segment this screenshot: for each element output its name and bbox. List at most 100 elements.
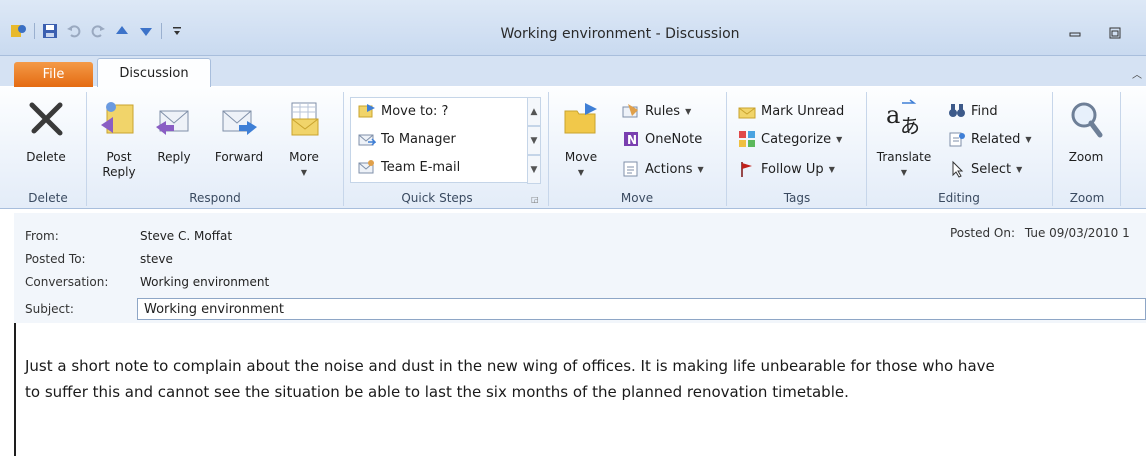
chevron-down-icon: ▼ bbox=[900, 168, 908, 177]
binoculars-icon bbox=[948, 102, 966, 120]
mark-unread-button[interactable]: Mark Unread bbox=[738, 100, 844, 122]
chevron-down-icon: ▼ bbox=[685, 106, 692, 116]
forward-label: Forward bbox=[214, 150, 264, 164]
flag-icon bbox=[738, 160, 756, 178]
redo-icon[interactable] bbox=[89, 22, 107, 40]
categorize-label: Categorize bbox=[761, 131, 832, 147]
team-email-icon bbox=[358, 158, 376, 176]
quick-step-to-manager[interactable]: To Manager bbox=[358, 128, 456, 150]
rules-icon bbox=[622, 102, 640, 120]
actions-label: Actions bbox=[645, 161, 693, 177]
subject-field[interactable]: Working environment bbox=[137, 298, 1146, 320]
outlook-window: Working environment - Discussion File Di… bbox=[0, 0, 1146, 456]
body-line: Just a short note to complain about the … bbox=[25, 357, 995, 375]
move-button[interactable]: Move ▼ bbox=[558, 94, 604, 180]
reply-button[interactable]: Reply bbox=[151, 94, 197, 165]
delete-button[interactable]: Delete bbox=[18, 94, 74, 165]
mark-unread-label: Mark Unread bbox=[761, 103, 845, 119]
related-label: Related bbox=[971, 131, 1021, 147]
group-label-respond: Respond bbox=[189, 191, 241, 205]
outlook-logo-icon[interactable] bbox=[10, 22, 28, 40]
categorize-icon bbox=[738, 130, 756, 148]
group-divider bbox=[726, 92, 727, 206]
onenote-label: OneNote bbox=[645, 131, 703, 147]
delete-icon bbox=[18, 94, 74, 144]
zoom-label: Zoom bbox=[1068, 150, 1104, 164]
mark-unread-icon bbox=[738, 102, 756, 120]
follow-up-label: Follow Up bbox=[761, 161, 824, 177]
zoom-button[interactable]: Zoom bbox=[1060, 94, 1112, 165]
dialog-launcher-icon[interactable]: ◲ bbox=[531, 195, 539, 204]
delete-label: Delete bbox=[26, 150, 66, 164]
related-button[interactable]: Related ▼ bbox=[948, 128, 1032, 150]
quick-step-move-to[interactable]: Move to: ? bbox=[358, 100, 448, 122]
follow-up-button[interactable]: Follow Up ▼ bbox=[738, 158, 835, 180]
posted-to-label: Posted To: bbox=[25, 252, 86, 266]
group-divider bbox=[1052, 92, 1053, 206]
window-title: Working environment - Discussion bbox=[500, 26, 740, 42]
quick-steps-scroll-down[interactable]: ▼ bbox=[527, 126, 541, 155]
save-icon[interactable] bbox=[41, 22, 59, 40]
more-respond-icon bbox=[281, 94, 327, 144]
title-bar: Working environment - Discussion bbox=[0, 0, 1146, 56]
group-label-delete: Delete bbox=[28, 191, 68, 205]
group-label-tags: Tags bbox=[783, 191, 811, 205]
select-button[interactable]: Select ▼ bbox=[948, 158, 1022, 180]
reply-label: Reply bbox=[157, 150, 191, 164]
chevron-down-icon: ▼ bbox=[300, 168, 308, 177]
next-item-icon[interactable] bbox=[137, 22, 155, 40]
posted-on-label: Posted On: bbox=[950, 226, 1016, 240]
rules-button[interactable]: Rules ▼ bbox=[622, 100, 691, 122]
customize-qat-icon[interactable] bbox=[168, 22, 186, 40]
actions-icon bbox=[622, 160, 640, 178]
chevron-down-icon: ▼ bbox=[697, 164, 704, 174]
restore-button[interactable] bbox=[1104, 24, 1126, 42]
svg-text:a: a bbox=[886, 101, 900, 129]
move-label: Move bbox=[564, 150, 598, 164]
group-label-quick-steps: Quick Steps bbox=[401, 191, 473, 205]
onenote-icon: N bbox=[622, 130, 640, 148]
find-label: Find bbox=[971, 103, 998, 119]
post-reply-button[interactable]: Post Reply bbox=[96, 94, 142, 180]
post-reply-label-2: Reply bbox=[102, 165, 136, 179]
previous-item-icon[interactable] bbox=[113, 22, 131, 40]
undo-icon[interactable] bbox=[65, 22, 83, 40]
group-label-move: Move bbox=[620, 191, 654, 205]
collapse-ribbon-icon[interactable]: ︿ bbox=[1132, 66, 1142, 81]
from-value[interactable]: Steve C. Moffat bbox=[140, 229, 232, 243]
quick-access-toolbar bbox=[10, 22, 186, 40]
tab-discussion[interactable]: Discussion bbox=[97, 58, 211, 88]
quick-step-label: To Manager bbox=[381, 131, 456, 147]
message-body[interactable]: Just a short note to complain about the … bbox=[25, 353, 1140, 405]
post-reply-label-1: Post bbox=[106, 150, 132, 164]
forward-icon bbox=[210, 94, 268, 144]
more-respond-button[interactable]: More ▼ bbox=[281, 94, 327, 180]
to-manager-icon bbox=[358, 130, 376, 148]
minimize-button[interactable] bbox=[1064, 24, 1086, 42]
quick-step-label: Move to: ? bbox=[381, 103, 449, 119]
chevron-down-icon: ▼ bbox=[828, 164, 835, 174]
onenote-button[interactable]: N OneNote bbox=[622, 128, 702, 150]
related-icon bbox=[948, 130, 966, 148]
body-line: to suffer this and cannot see the situat… bbox=[25, 383, 849, 401]
translate-icon: aあ bbox=[872, 94, 936, 144]
categorize-button[interactable]: Categorize ▼ bbox=[738, 128, 842, 150]
rules-label: Rules bbox=[645, 103, 681, 119]
actions-button[interactable]: Actions ▼ bbox=[622, 158, 704, 180]
conversation-label: Conversation: bbox=[25, 275, 109, 289]
quick-steps-scroll-up[interactable]: ▲ bbox=[527, 97, 541, 126]
quick-steps-expand[interactable]: ▼ bbox=[527, 155, 541, 184]
chevron-down-icon: ▼ bbox=[1016, 164, 1023, 174]
tab-file[interactable]: File bbox=[14, 62, 93, 87]
forward-button[interactable]: Forward bbox=[210, 94, 268, 165]
quick-step-team-email[interactable]: Team E-mail bbox=[358, 156, 460, 178]
post-reply-icon bbox=[96, 94, 142, 144]
find-button[interactable]: Find bbox=[948, 100, 998, 122]
group-label-zoom: Zoom bbox=[1069, 191, 1105, 205]
group-divider bbox=[86, 92, 87, 206]
conversation-value: Working environment bbox=[140, 275, 270, 289]
magnifier-icon bbox=[1060, 94, 1112, 144]
reply-icon bbox=[151, 94, 197, 144]
translate-button[interactable]: aあ Translate ▼ bbox=[872, 94, 936, 180]
chevron-down-icon: ▼ bbox=[577, 168, 585, 177]
